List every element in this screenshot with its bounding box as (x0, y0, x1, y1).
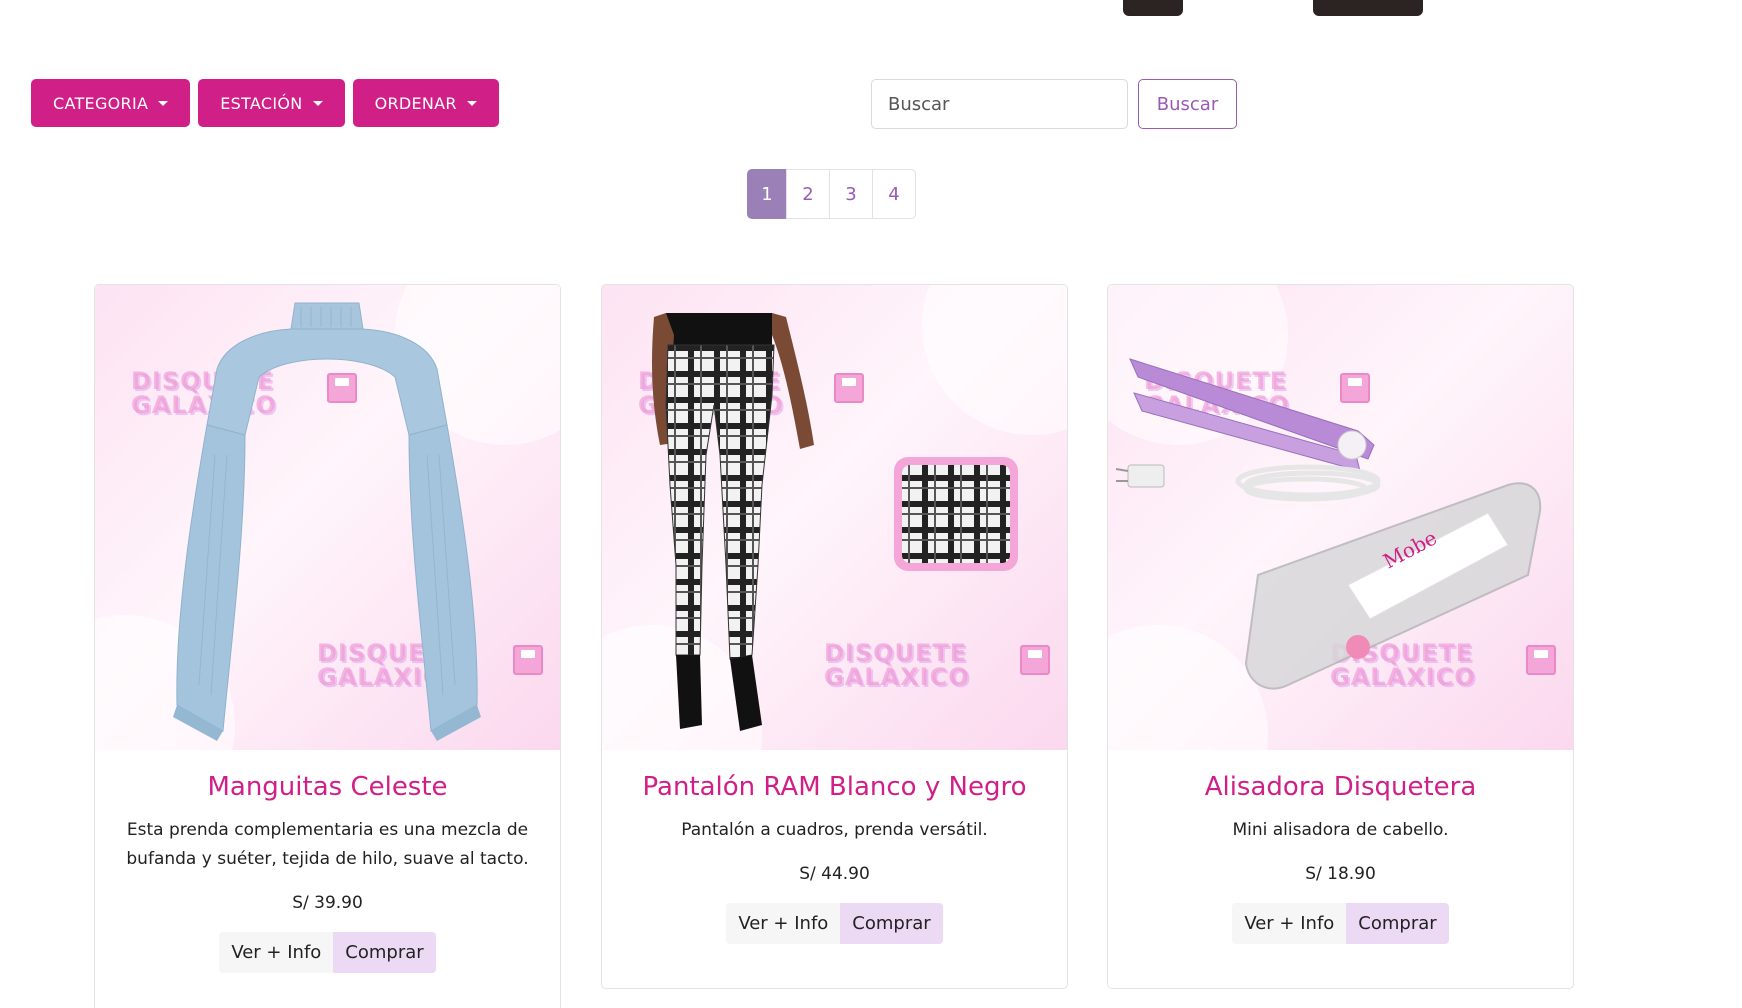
product-card: DISQUETEGALAXICO DISQUETEGALAXICO (1107, 284, 1574, 989)
more-info-button[interactable]: Ver + Info (726, 903, 841, 944)
catalog-page: CATEGORIA ESTACIÓN ORDENAR Buscar 1 2 3 … (0, 0, 1742, 1008)
buy-button[interactable]: Comprar (333, 932, 436, 973)
product-image[interactable]: DISQUETEGALAXICO DISQUETEGALAXICO (1108, 285, 1573, 750)
season-dropdown-label: ESTACIÓN (220, 93, 303, 113)
product-actions: Ver + Info Comprar (219, 932, 436, 973)
search-input[interactable] (871, 79, 1128, 129)
banner-image-remnant (1123, 0, 1425, 16)
more-info-button[interactable]: Ver + Info (219, 932, 334, 973)
hair-straightener-illustration: Mobe (1115, 358, 1542, 690)
product-actions: Ver + Info Comprar (1232, 903, 1449, 944)
category-dropdown-button[interactable]: CATEGORIA (31, 79, 191, 127)
more-info-button[interactable]: Ver + Info (1232, 903, 1347, 944)
product-title[interactable]: Alisadora Disquetera (1128, 772, 1553, 802)
category-dropdown-label: CATEGORIA (53, 93, 149, 113)
caret-down-icon (312, 100, 323, 106)
product-card: DISQUETEGALAXICO DISQUETEGALAXICO (601, 284, 1068, 989)
knit-sleeves-illustration (173, 302, 481, 741)
product-price: S/ 44.90 (799, 864, 870, 884)
page-link-3[interactable]: 3 (829, 169, 873, 219)
pagination: 1 2 3 4 (747, 169, 916, 219)
product-title[interactable]: Pantalón RAM Blanco y Negro (622, 772, 1047, 802)
product-card-body: Alisadora Disquetera Mini alisadora de c… (1108, 772, 1573, 944)
sort-dropdown-button[interactable]: ORDENAR (352, 79, 499, 127)
product-image[interactable]: DISQUETEGALAXICO DISQUETEGALAXICO (95, 285, 560, 750)
season-dropdown-button[interactable]: ESTACIÓN (198, 79, 345, 127)
page-link-1[interactable]: 1 (747, 169, 787, 219)
product-price: S/ 18.90 (1305, 864, 1376, 884)
filter-toolbar: CATEGORIA ESTACIÓN ORDENAR (31, 79, 499, 127)
product-title[interactable]: Manguitas Celeste (115, 772, 540, 802)
sort-dropdown-label: ORDENAR (374, 93, 457, 113)
product-card-body: Pantalón RAM Blanco y Negro Pantalón a c… (602, 772, 1067, 944)
buy-button[interactable]: Comprar (840, 903, 943, 944)
page-link-2[interactable]: 2 (786, 169, 830, 219)
buy-button[interactable]: Comprar (1346, 903, 1449, 944)
product-actions: Ver + Info Comprar (726, 903, 943, 944)
product-description: Esta prenda complementaria es una mezcla… (126, 820, 529, 869)
product-card: DISQUETEGALAXICO DISQUETEGALAXICO (94, 284, 561, 1008)
product-card-body: Manguitas Celeste Esta prenda complement… (95, 772, 560, 973)
plaid-pants-illustration (652, 313, 1018, 731)
product-price: S/ 39.90 (292, 893, 363, 913)
search-button[interactable]: Buscar (1138, 79, 1237, 129)
page-link-4[interactable]: 4 (872, 169, 916, 219)
product-description: Mini alisadora de cabello. (1232, 820, 1449, 840)
product-description: Pantalón a cuadros, prenda versátil. (681, 820, 988, 840)
caret-down-icon (158, 100, 169, 106)
product-image[interactable]: DISQUETEGALAXICO DISQUETEGALAXICO (602, 285, 1067, 750)
caret-down-icon (466, 100, 477, 106)
